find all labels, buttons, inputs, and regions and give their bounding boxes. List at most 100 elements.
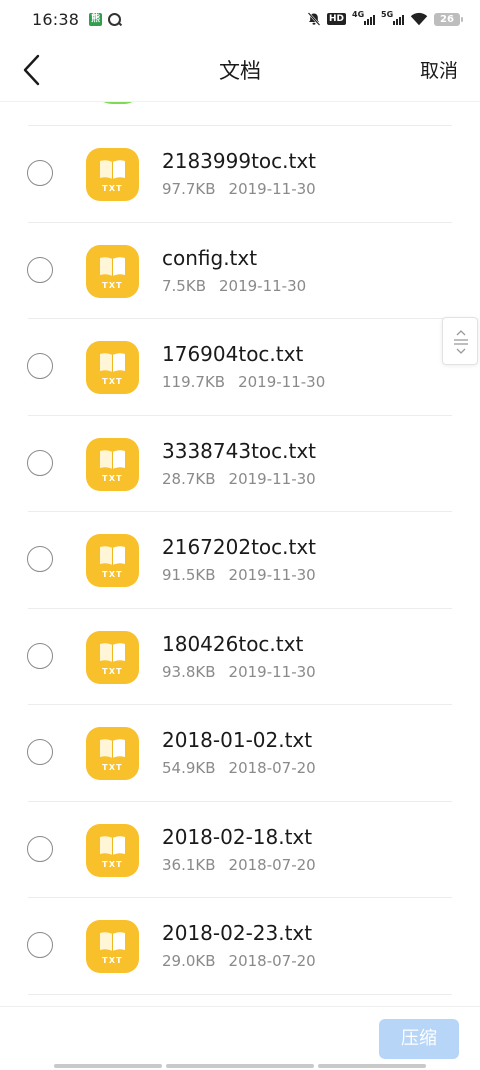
file-size: 93.8KB: [162, 662, 216, 681]
file-extension-label: TXT: [102, 184, 123, 193]
file-list-item[interactable]: TXT config.txt 7.5KB 2019-11-30: [0, 223, 480, 319]
nav-indicator-left: [54, 1064, 162, 1068]
file-meta: 7.5KB 2019-11-30: [162, 277, 306, 295]
app-header: 文档 取消: [0, 38, 480, 102]
status-bar: 16:38 熊 HD 4G 5G 26: [0, 0, 480, 38]
radio-unchecked-icon[interactable]: [27, 546, 53, 572]
file-rows: TXT 2183999toc.txt 97.7KB 2019-11-30 TXT conf…: [0, 126, 480, 995]
bottom-action-bar: 压缩: [0, 1006, 480, 1070]
file-list-item[interactable]: TXT 176904toc.txt 119.7KB 2019-11-30: [0, 319, 480, 416]
nav-indicator-center: [166, 1064, 314, 1068]
file-list[interactable]: TXT 2183999toc.txt 97.7KB 2019-11-30 TXT conf…: [0, 102, 480, 1006]
file-size: 119.7KB: [162, 373, 226, 391]
txt-file-icon: TXT: [86, 920, 139, 973]
file-meta: 28.7KB 2019-11-30: [162, 470, 316, 488]
file-list-item[interactable]: TXT 3338743toc.txt 28.7KB 2019-11-30: [0, 416, 480, 512]
radio-unchecked-icon[interactable]: [27, 353, 53, 379]
file-name: 3338743toc.txt: [162, 438, 317, 463]
hd-voice-icon: HD: [326, 13, 346, 25]
file-date: 2018-07-20: [228, 952, 316, 970]
file-extension-label: TXT: [102, 666, 123, 676]
file-name: 2018-02-18.txt: [162, 824, 313, 849]
file-list-item[interactable]: TXT 2018-02-23.txt 29.0KB 2018-07-20: [0, 898, 480, 995]
radio-unchecked-icon[interactable]: [27, 739, 53, 765]
radio-unchecked-icon[interactable]: [27, 932, 53, 958]
file-size: 91.5KB: [162, 566, 216, 584]
status-time: 16:38: [32, 9, 80, 29]
search-app-notification-icon: [108, 12, 122, 26]
file-size: 28.7KB: [162, 469, 216, 488]
file-meta: 119.7KB 2019-11-30: [162, 373, 325, 391]
signal-4g-label: 4G: [352, 10, 365, 19]
file-date: 2019-11-30: [228, 469, 316, 488]
fast-scroll-handle-icon: [454, 330, 468, 354]
chevron-left-icon: [23, 54, 40, 86]
compress-button[interactable]: 压缩: [379, 1019, 459, 1059]
txt-file-icon: TXT: [86, 341, 139, 394]
file-meta: 36.1KB 2018-07-20: [162, 856, 316, 874]
radio-unchecked-icon[interactable]: [27, 160, 53, 186]
file-date: 2019-11-30: [228, 180, 316, 198]
file-date: 2019-11-30: [238, 373, 326, 391]
book-icon: [100, 256, 125, 276]
signal-5g-icon: 5G: [381, 10, 404, 25]
radio-unchecked-icon[interactable]: [27, 642, 53, 669]
file-size: 7.5KB: [162, 276, 206, 295]
file-extension-label: TXT: [102, 859, 123, 869]
radio-unchecked-icon[interactable]: [27, 449, 53, 476]
signal-4g-icon: 4G: [352, 10, 375, 25]
notification-icons: 熊: [89, 12, 122, 26]
book-icon: [100, 642, 125, 662]
radio-unchecked-icon[interactable]: [27, 256, 53, 283]
book-icon: [100, 160, 125, 179]
bell-off-icon: [307, 12, 321, 26]
file-meta: 93.8KB 2019-11-30: [162, 663, 316, 681]
fast-scroll-handle[interactable]: [442, 317, 478, 365]
file-size: 97.7KB: [162, 180, 216, 198]
page-title: 文档: [219, 58, 261, 83]
file-extension-label: TXT: [102, 763, 123, 772]
file-size: 54.9KB: [162, 759, 216, 777]
radio-unchecked-icon[interactable]: [27, 835, 53, 862]
book-icon: [100, 546, 125, 565]
file-meta: 54.9KB 2018-07-20: [162, 759, 316, 777]
txt-file-icon: TXT: [86, 244, 139, 298]
cancel-button[interactable]: 取消: [420, 56, 458, 83]
back-button[interactable]: [18, 52, 48, 88]
file-size: 29.0KB: [162, 952, 216, 970]
txt-file-icon: TXT: [86, 630, 139, 684]
partial-list-item: [28, 102, 452, 126]
txt-file-icon: TXT: [86, 437, 139, 491]
file-extension-label: TXT: [102, 473, 123, 483]
battery-icon: 26: [434, 12, 463, 26]
txt-file-icon: TXT: [86, 148, 139, 201]
book-icon: [100, 449, 125, 469]
signal-5g-label: 5G: [381, 10, 394, 19]
book-icon: [100, 353, 125, 372]
file-name: 2018-02-23.txt: [162, 921, 313, 945]
file-name: config.txt: [162, 245, 258, 270]
file-list-item[interactable]: TXT 2183999toc.txt 97.7KB 2019-11-30: [0, 126, 480, 223]
file-list-item[interactable]: TXT 2167202toc.txt 91.5KB 2019-11-30: [0, 512, 480, 609]
book-icon: [100, 739, 125, 758]
file-name: 2183999toc.txt: [162, 149, 317, 173]
system-icons: HD 4G 5G 26: [307, 10, 463, 26]
file-name: 2018-01-02.txt: [162, 728, 313, 752]
file-list-item[interactable]: TXT 180426toc.txt 93.8KB 2019-11-30: [0, 609, 480, 705]
nav-indicator-right: [318, 1064, 426, 1068]
file-extension-label: TXT: [102, 280, 123, 290]
file-list-item[interactable]: TXT 2018-02-18.txt 36.1KB 2018-07-20: [0, 802, 480, 898]
file-extension-label: TXT: [102, 570, 123, 579]
file-date: 2018-07-20: [228, 855, 316, 874]
file-meta: 91.5KB 2019-11-30: [162, 566, 316, 584]
file-size: 36.1KB: [162, 855, 216, 874]
wifi-icon: [410, 12, 428, 26]
book-icon: [100, 835, 125, 855]
partial-file-icon: [94, 102, 142, 104]
file-name: 176904toc.txt: [162, 342, 304, 366]
txt-file-icon: TXT: [86, 823, 139, 877]
app-notification-icon: 熊: [89, 12, 103, 26]
book-icon: [100, 932, 125, 951]
file-list-item[interactable]: TXT 2018-01-02.txt 54.9KB 2018-07-20: [0, 705, 480, 802]
file-date: 2019-11-30: [218, 276, 307, 295]
